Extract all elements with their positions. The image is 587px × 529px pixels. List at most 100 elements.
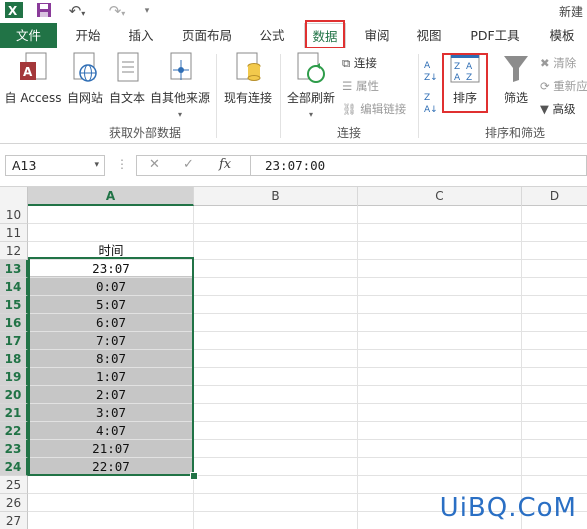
row-header[interactable]: 15 <box>0 296 28 314</box>
row-header[interactable]: 20 <box>0 386 28 404</box>
name-box-dropdown-icon[interactable]: ▾ <box>94 156 99 175</box>
title-bar: X ↶▾ ↷▾ ▾ 新建 <box>0 0 587 23</box>
reapply-button[interactable]: ⟳ 重新应用 <box>540 77 587 95</box>
column-header-d[interactable]: D <box>522 187 587 206</box>
clear-button[interactable]: ✖ 清除 <box>540 54 576 72</box>
from-other-sources-button[interactable]: 自其他来源 ▾ <box>148 52 212 120</box>
name-box[interactable]: A13 ▾ <box>5 155 105 176</box>
row-header[interactable]: 12 <box>0 242 28 260</box>
advanced-label: 高级 <box>552 102 576 116</box>
group-label-sort-filter: 排序和筛选 <box>484 126 545 140</box>
row-header[interactable]: 22 <box>0 422 28 440</box>
group-label-get-external: 获取外部数据 <box>108 126 181 140</box>
from-web-button[interactable]: 自网站 <box>65 52 105 106</box>
save-icon[interactable] <box>34 2 54 20</box>
enter-icon[interactable]: ✓ <box>183 157 194 172</box>
tab-home[interactable]: 开始 <box>62 23 114 48</box>
group-label-connections: 连接 <box>336 126 361 140</box>
edit-links-label: 编辑链接 <box>360 102 407 116</box>
tab-file[interactable]: 文件 <box>0 23 57 48</box>
column-header-c[interactable]: C <box>358 187 522 206</box>
undo-icon[interactable]: ↶▾ <box>64 2 90 20</box>
existing-connections-button[interactable]: 现有连接 <box>220 52 276 106</box>
tab-pdf-tools[interactable]: PDF工具 <box>460 23 530 48</box>
connections-icon: ⧉ <box>342 56 354 70</box>
row-header[interactable]: 10 <box>0 206 28 224</box>
row-header[interactable]: 24 <box>0 458 28 476</box>
row-header[interactable]: 26 <box>0 494 28 512</box>
existing-connections-label: 现有连接 <box>223 91 272 105</box>
sort-button[interactable]: ZAAZ 排序 <box>446 52 484 106</box>
row-header[interactable]: 14 <box>0 278 28 296</box>
clear-label: 清除 <box>553 56 577 70</box>
tab-page-layout[interactable]: 页面布局 <box>170 23 244 48</box>
refresh-icon <box>297 52 325 83</box>
web-icon <box>73 52 97 82</box>
properties-button[interactable]: ☰ 属性 <box>342 77 379 95</box>
formula-bar-grip-icon: ⋮ <box>116 157 128 171</box>
row-header[interactable]: 18 <box>0 350 28 368</box>
properties-label: 属性 <box>355 79 379 93</box>
connections-button[interactable]: ⧉ 连接 <box>342 54 377 72</box>
column-header-b[interactable]: B <box>194 187 358 206</box>
advanced-button[interactable]: ▼ 高级 <box>540 100 576 118</box>
edit-links-button[interactable]: ⛓ 编辑链接 <box>342 100 406 118</box>
connections-label: 连接 <box>353 56 377 70</box>
formula-buttons: ✕ ✓ fx <box>136 155 250 176</box>
sort-descending-icon[interactable]: Z A↓ <box>424 92 444 116</box>
row-header[interactable]: 23 <box>0 440 28 458</box>
filter-label: 筛选 <box>503 91 528 105</box>
excel-logo-icon: X <box>4 2 24 20</box>
other-sources-icon <box>170 52 192 80</box>
row-header[interactable]: 25 <box>0 476 28 494</box>
row-header[interactable]: 16 <box>0 314 28 332</box>
name-box-value: A13 <box>12 158 37 173</box>
worksheet-grid[interactable]: A B C D 10 11 12 时间 13 23:07 14 0:07 15 5:07 16 6:0… <box>0 186 587 529</box>
svg-text:A: A <box>23 65 33 79</box>
clear-icon: ✖ <box>540 56 554 70</box>
from-text-button[interactable]: 自文本 <box>106 52 148 106</box>
watermark-text: UiBQ.CoM <box>439 493 577 523</box>
advanced-icon: ▼ <box>540 102 553 116</box>
row-header[interactable]: 11 <box>0 224 28 242</box>
row-header[interactable]: 21 <box>0 404 28 422</box>
gridline <box>28 223 587 224</box>
column-header-row: A B C D <box>0 186 587 206</box>
svg-text:Z: Z <box>454 62 460 72</box>
customize-qa-icon[interactable]: ▾ <box>140 2 154 20</box>
svg-text:X: X <box>8 4 18 18</box>
from-other-sources-label: 自其他来源 <box>149 91 210 105</box>
from-access-button[interactable]: A 自 Access <box>2 52 64 106</box>
reapply-icon: ⟳ <box>540 79 554 93</box>
properties-icon: ☰ <box>342 79 356 93</box>
column-header-a[interactable]: A <box>28 187 194 206</box>
formula-input[interactable]: 23:07:00 <box>250 155 587 176</box>
window-title: 新建 <box>558 5 583 19</box>
refresh-all-button[interactable]: 全部刷新 ▾ <box>284 52 338 120</box>
tab-insert[interactable]: 插入 <box>116 23 166 48</box>
sort-ascending-icon[interactable]: A Z↓ <box>424 60 444 84</box>
tab-templates[interactable]: 模板 <box>538 23 586 48</box>
formula-bar: A13 ▾ ⋮ ✕ ✓ fx 23:07:00 <box>0 144 587 186</box>
filter-icon <box>504 56 528 82</box>
svg-text:A: A <box>466 62 473 72</box>
row-header[interactable]: 13 <box>0 260 28 278</box>
row-header[interactable]: 27 <box>0 512 28 529</box>
svg-text:Z: Z <box>466 73 472 83</box>
select-all-corner[interactable] <box>0 187 28 206</box>
tab-review[interactable]: 审阅 <box>354 23 400 48</box>
row-header[interactable]: 17 <box>0 332 28 350</box>
fill-handle[interactable] <box>190 472 198 480</box>
filter-button[interactable]: 筛选 <box>498 52 534 106</box>
sort-icon: Z AA Z <box>450 53 480 83</box>
insert-function-icon[interactable]: fx <box>219 157 231 172</box>
redo-icon[interactable]: ↷▾ <box>104 2 130 20</box>
cancel-icon[interactable]: ✕ <box>149 157 160 172</box>
tab-data[interactable]: 数据 <box>304 23 346 49</box>
tab-formulas[interactable]: 公式 <box>246 23 298 48</box>
from-text-label: 自文本 <box>108 91 145 105</box>
tab-view[interactable]: 视图 <box>406 23 452 48</box>
refresh-all-label: 全部刷新 <box>286 91 335 105</box>
existing-connections-icon <box>236 52 261 81</box>
row-header[interactable]: 19 <box>0 368 28 386</box>
